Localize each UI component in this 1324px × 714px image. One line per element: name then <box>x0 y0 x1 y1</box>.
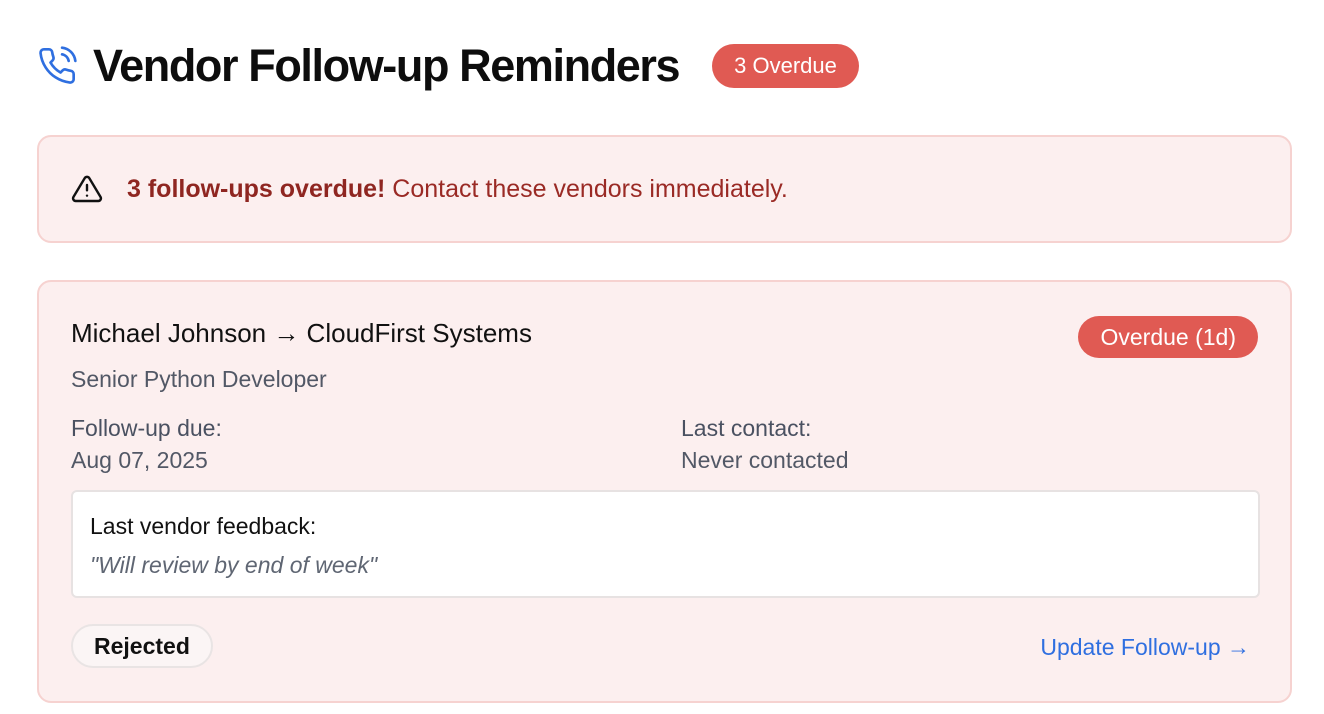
last-contact-field: Last contact: Never contacted <box>681 413 848 475</box>
overdue-alert-banner: 3 follow-ups overdue! Contact these vend… <box>37 135 1292 243</box>
reminder-card: Michael Johnson → CloudFirst Systems Ove… <box>37 280 1292 703</box>
last-contact-label: Last contact: <box>681 415 812 441</box>
follow-up-due-field: Follow-up due: Aug 07, 2025 <box>71 413 222 475</box>
last-contact-value: Never contacted <box>681 447 849 473</box>
candidate-status-chip: Rejected <box>71 624 213 668</box>
page-title: Vendor Follow-up Reminders <box>93 40 681 91</box>
feedback-quote: "Will review by end of week" <box>90 552 378 578</box>
reminder-title: Michael Johnson → CloudFirst Systems <box>71 318 532 348</box>
overdue-count-badge: 3 Overdue <box>712 44 859 88</box>
page-header: Vendor Follow-up Reminders 3 Overdue <box>37 38 859 94</box>
update-follow-up-link[interactable]: Update Follow-up → <box>1040 634 1250 661</box>
follow-up-due-value: Aug 07, 2025 <box>71 447 208 473</box>
job-role: Senior Python Developer <box>71 366 327 392</box>
warning-triangle-icon <box>71 175 103 203</box>
overdue-status-badge: Overdue (1d) <box>1078 316 1258 358</box>
alert-strong-text: 3 follow-ups overdue! <box>127 174 386 203</box>
alert-detail-text: Contact these vendors immediately. <box>385 174 788 203</box>
feedback-label: Last vendor feedback: <box>90 513 317 539</box>
alert-message: 3 follow-ups overdue! Contact these vend… <box>127 175 788 204</box>
page: Vendor Follow-up Reminders 3 Overdue 3 f… <box>0 0 1324 714</box>
vendor-feedback-box: Last vendor feedback: "Will review by en… <box>71 490 1260 598</box>
phone-call-icon <box>39 46 77 84</box>
follow-up-due-label: Follow-up due: <box>71 415 222 441</box>
